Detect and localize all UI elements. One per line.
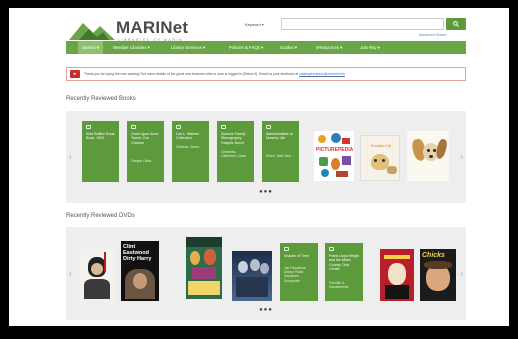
dvd-title: Frank Lloyd Wright and the Marin County … — [329, 254, 360, 272]
alert-text: Thank you for trying the new catalog! Ge… — [84, 72, 345, 76]
dvd-cover[interactable] — [186, 237, 222, 299]
nav-item-join[interactable]: Join Rsy ▾ — [360, 45, 380, 51]
book-icon — [176, 125, 181, 129]
book-title: Kids Rutline Book, Book, 1900 — [86, 132, 116, 141]
book-icon — [221, 125, 226, 129]
browser-viewport: MARINet LIBRARIES OF MARIN Keyword ▾ Adv… — [9, 8, 509, 326]
book-card[interactable]: Administrative of Nursery Life Ersen, Me… — [262, 121, 299, 182]
cover-title: PICTUREPEDIA — [316, 147, 354, 153]
mountain-logo-icon — [69, 23, 115, 40]
book-cover-cat[interactable]: Rudolph Cat — [360, 135, 400, 181]
advanced-search-link[interactable]: Advanced Search — [419, 33, 447, 37]
brand-name: MARINet — [116, 18, 189, 37]
dvds-carousel: ‹ › Clint Eastwood Dirty Harry Shaolin o… — [66, 227, 466, 320]
search-icon — [453, 21, 459, 27]
nav-item-guides[interactable]: Guides ▾ — [280, 45, 297, 51]
book-author: Oregon Dahn — [131, 159, 152, 163]
search-scope-label: Keyword — [245, 22, 261, 27]
nav-item-eresources[interactable]: eResources ▾ — [316, 45, 342, 51]
book-card[interactable]: Science Family Stenography Graphic Novel… — [217, 121, 254, 182]
dvd-cover[interactable] — [380, 249, 414, 301]
main-nav: Search ▾ Member Libraries ▾ Library Serv… — [66, 41, 466, 54]
book-card[interactable]: Lori L. Walmer Collection Ghmlwa, Boren — [172, 121, 209, 182]
dvd-card[interactable]: Frank Lloyd Wright and the Marin County … — [325, 243, 363, 301]
book-icon — [266, 125, 271, 129]
megaphone-icon: ◂ — [70, 70, 80, 78]
dvd-cover-dirty-harry[interactable]: Clint Eastwood Dirty Harry — [121, 241, 159, 301]
cover-title: Rudolph Cat — [371, 144, 391, 148]
book-author: Ghmlwa, Boren — [176, 145, 200, 149]
dvd-card[interactable]: Shaolin of Time Jac Pasadena Danyu Paulo… — [280, 243, 318, 301]
book-author: Clements, Catherine, Lelan — [221, 150, 246, 159]
book-card[interactable]: Once Upon Anne Tamm, Our Chicken Oregon … — [127, 121, 164, 182]
nav-item-policies-faqs[interactable]: Policies & FAQs ▾ — [229, 45, 263, 51]
search-scope-select[interactable]: Keyword ▾ — [245, 22, 264, 27]
chevron-left-icon[interactable]: ‹ — [69, 152, 72, 161]
dvd-cover-chicks[interactable]: Chicks — [420, 249, 456, 301]
cover-title: Clint Eastwood Dirty Harry — [123, 244, 152, 262]
dvds-pagination[interactable]: ●●● — [66, 307, 466, 313]
book-title: Science Family Stenography Graphic Novel — [221, 132, 246, 145]
alert-message: Thank you for trying the new catalog! Ge… — [84, 72, 299, 76]
cover-title: Chicks — [422, 252, 445, 259]
chevron-right-icon[interactable]: › — [460, 269, 463, 278]
book-title: Administrative of Nursery Life — [266, 132, 293, 141]
books-section-title: Recently Reviewed Books — [66, 96, 136, 102]
book-title: Lori L. Walmer Collection — [176, 132, 200, 141]
chevron-left-icon[interactable]: ‹ — [69, 269, 72, 278]
search-input[interactable] — [281, 18, 444, 30]
books-pagination[interactable]: ●●● — [66, 189, 466, 195]
dvd-icon — [329, 247, 334, 251]
book-icon — [86, 125, 91, 129]
dvd-icon — [284, 247, 289, 251]
dvd-title: Shaolin of Time — [284, 254, 309, 258]
books-carousel: ‹ › Kids Rutline Book, Book, 1900 Once U… — [66, 111, 466, 203]
nav-item-library-services[interactable]: Library Services ▾ — [171, 45, 205, 51]
dvd-cover[interactable] — [80, 249, 115, 301]
book-title: Once Upon Anne Tamm, Our Chicken — [131, 132, 159, 145]
book-cover-picturepedia[interactable]: PICTUREPEDIA — [314, 131, 354, 181]
nav-item-member-libraries[interactable]: Member Libraries ▾ — [113, 45, 150, 51]
dvd-cover[interactable] — [232, 251, 272, 301]
book-card[interactable]: Kids Rutline Book, Book, 1900 — [82, 121, 119, 182]
feedback-email-link[interactable]: catalogfeedback@marinet.info — [299, 72, 345, 76]
search-button[interactable] — [446, 18, 466, 30]
dvd-author: Presidio & Departments — [329, 281, 349, 290]
dvd-author: Jac Pasadena Danyu Paulo Departure Sunny… — [284, 266, 306, 283]
book-icon — [131, 125, 136, 129]
book-cover-dog[interactable] — [407, 131, 449, 181]
nav-item-search[interactable]: Search ▾ — [78, 41, 103, 54]
chevron-down-icon: ▾ — [261, 22, 264, 27]
book-author: Ersen, Mell Tanlr — [266, 154, 292, 158]
dvds-section-title: Recently Reviewed DVDs — [66, 213, 135, 219]
feedback-alert: ◂ Thank you for trying the new catalog! … — [66, 67, 466, 81]
chevron-right-icon[interactable]: › — [460, 152, 463, 161]
